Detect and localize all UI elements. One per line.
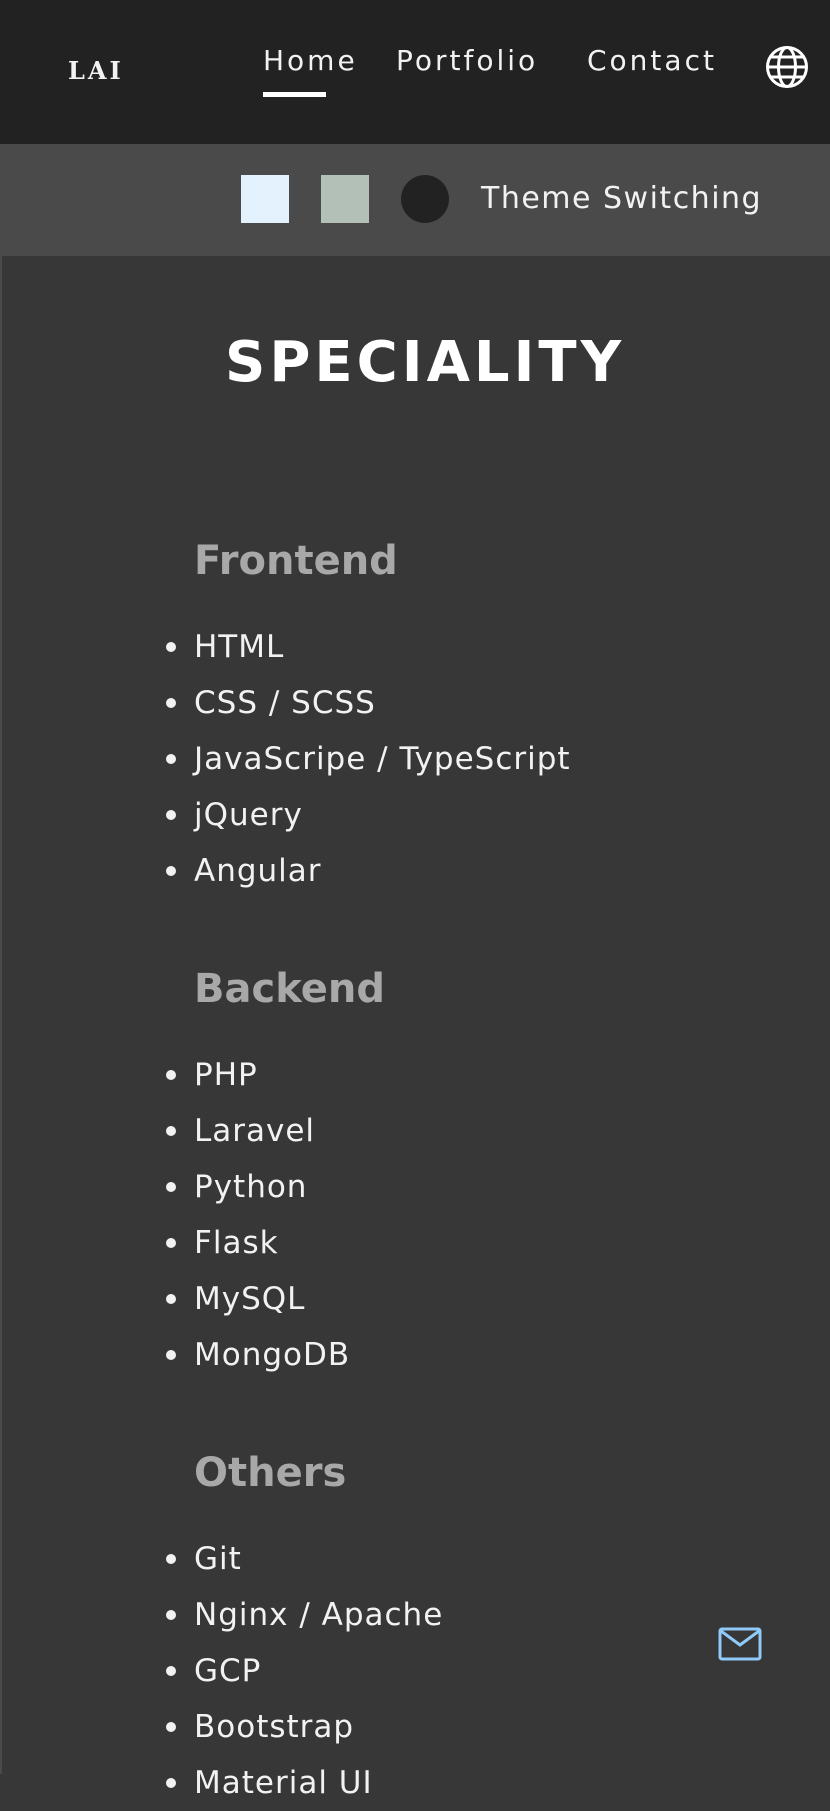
frontend-skill-list: HTML CSS / SCSS JavaScripe / TypeScript …: [166, 619, 571, 899]
skill-item: GCP: [165, 1643, 443, 1699]
skill-item: jQuery: [166, 787, 571, 843]
skill-item: Flask: [165, 1215, 350, 1271]
skill-item: Nginx / Apache: [165, 1587, 443, 1643]
skill-item: Bootstrap: [165, 1699, 443, 1755]
skill-item: Git: [165, 1531, 443, 1587]
top-navbar: LAI Home Portfolio Contact: [0, 0, 830, 144]
nav-portfolio-link[interactable]: Portfolio: [396, 44, 538, 77]
others-skill-list: Git Nginx / Apache GCP Bootstrap Materia…: [165, 1531, 443, 1811]
skill-item: PHP: [165, 1047, 350, 1103]
theme-switching-label: Theme Switching: [481, 181, 763, 216]
group-title-others: Others: [194, 1450, 347, 1496]
mail-icon[interactable]: [718, 1627, 762, 1661]
skill-item: Python: [165, 1159, 350, 1215]
nav-home-link[interactable]: Home: [263, 44, 358, 77]
site-logo[interactable]: LAI: [68, 56, 124, 85]
group-title-backend: Backend: [194, 966, 385, 1012]
skill-item: Angular: [166, 843, 571, 899]
skill-item: Laravel: [165, 1103, 350, 1159]
skill-item: MongoDB: [165, 1327, 350, 1383]
theme-swatch-sage[interactable]: [321, 175, 369, 223]
speciality-title: SPECIALITY: [225, 330, 626, 395]
group-title-frontend: Frontend: [194, 538, 398, 584]
theme-swatch-dark[interactable]: [401, 175, 449, 223]
theme-swatch-light[interactable]: [241, 175, 289, 223]
skill-item: JavaScripe / TypeScript: [166, 731, 571, 787]
skill-item: MySQL: [165, 1271, 350, 1327]
skill-item: HTML: [166, 619, 571, 675]
nav-contact-link[interactable]: Contact: [587, 44, 717, 77]
backend-skill-list: PHP Laravel Python Flask MySQL MongoDB: [165, 1047, 350, 1383]
globe-icon[interactable]: [764, 44, 810, 90]
skill-item: Material UI: [165, 1755, 443, 1811]
page-edge: [0, 0, 2, 1774]
skill-item: CSS / SCSS: [166, 675, 571, 731]
nav-active-indicator: [263, 92, 326, 97]
